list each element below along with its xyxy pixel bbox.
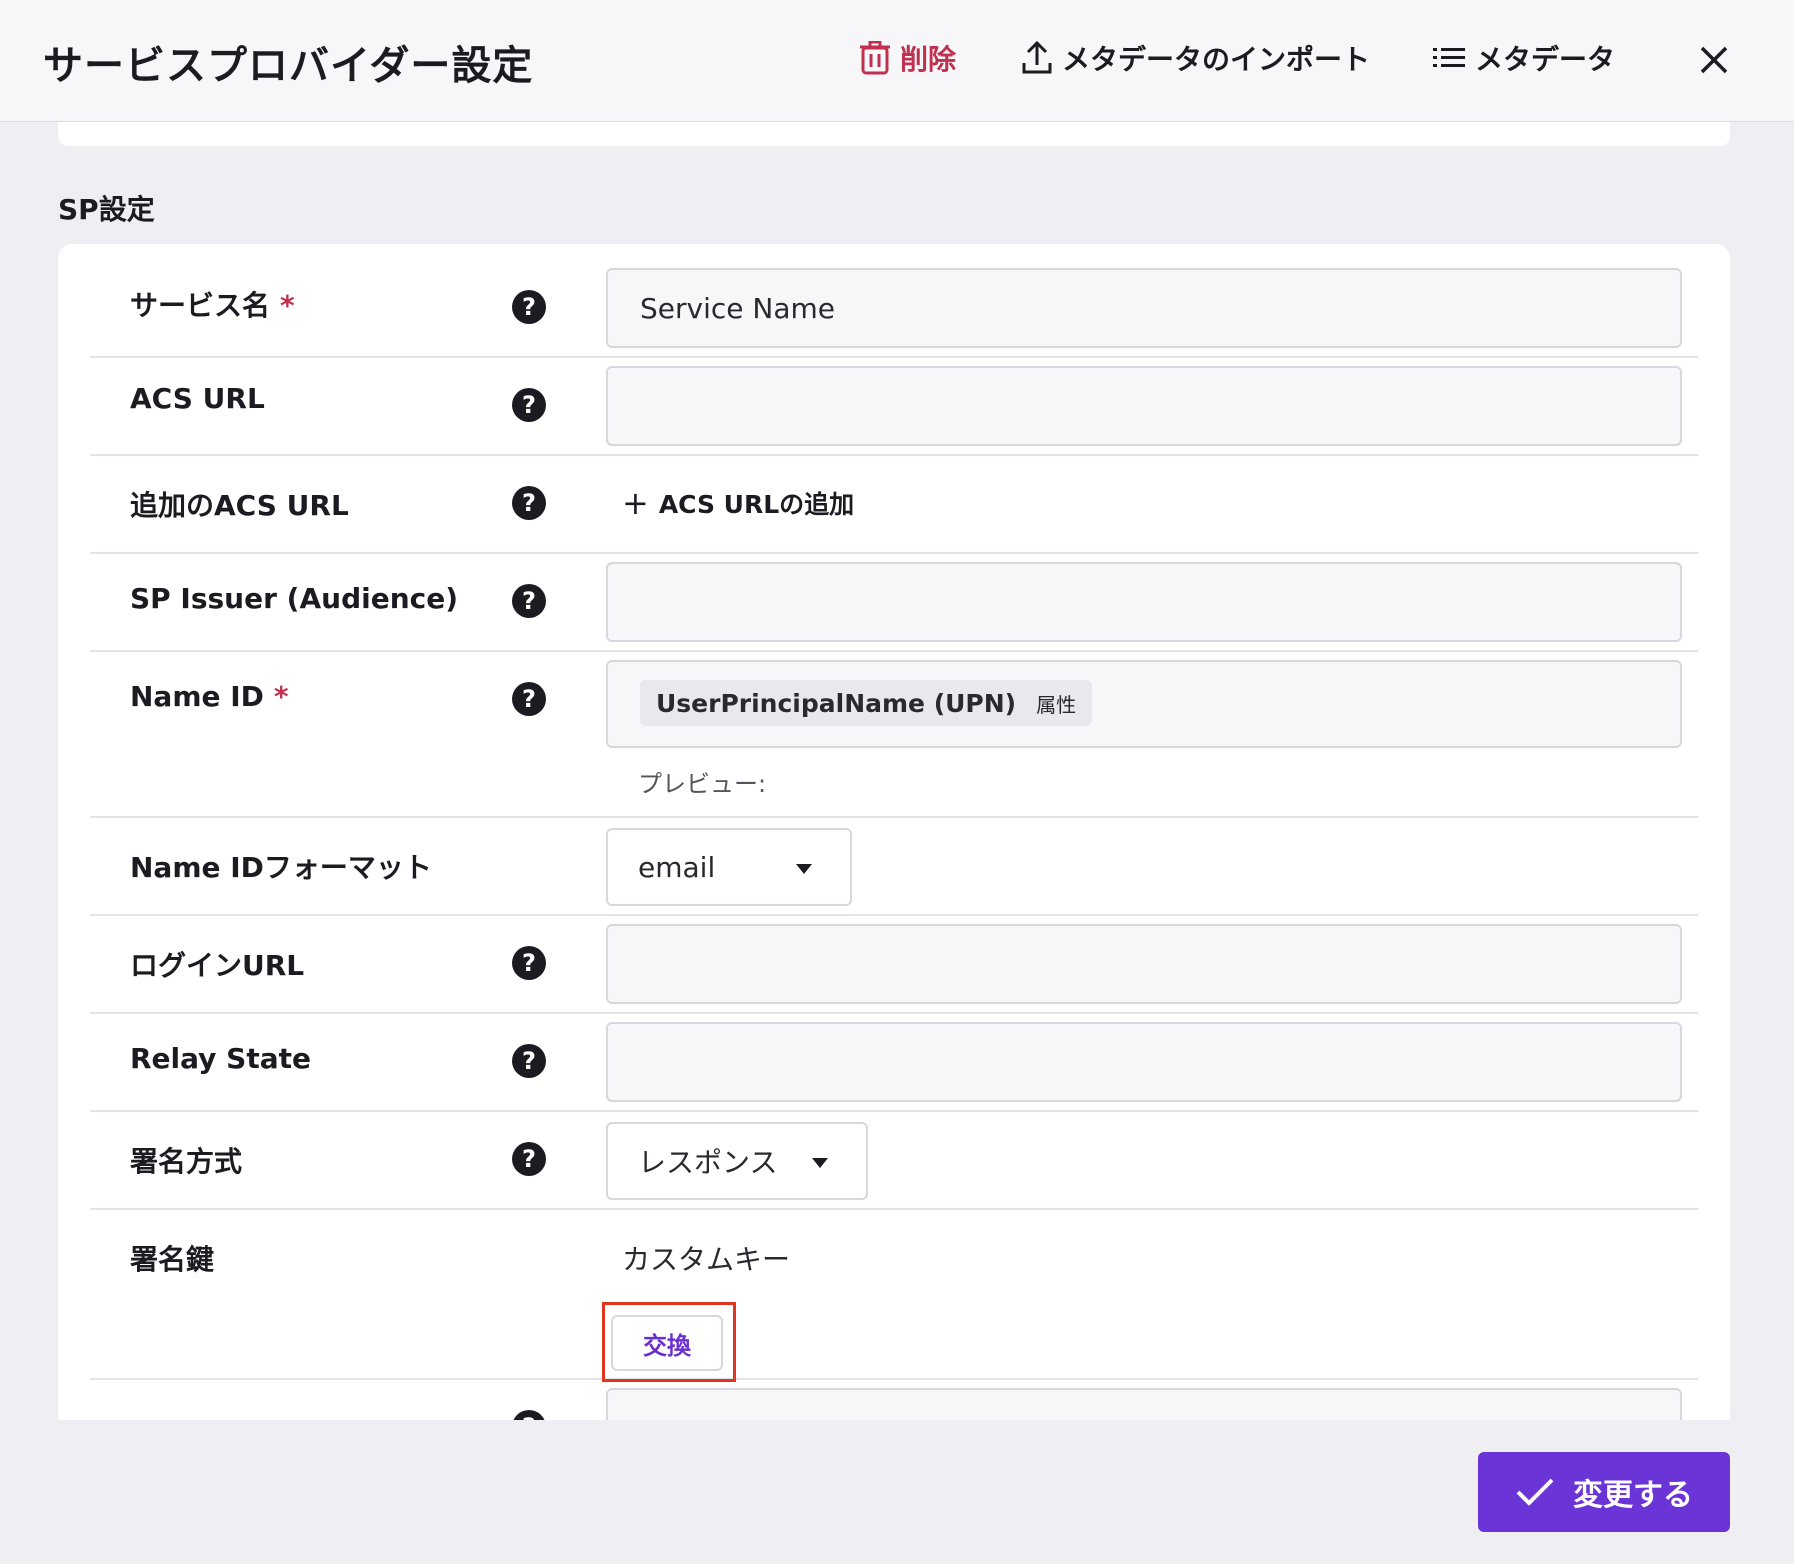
relay-state-label: Relay State (130, 1042, 312, 1075)
submit-button[interactable]: 変更する (1478, 1452, 1730, 1532)
login-url-label: ログインURL (130, 949, 305, 982)
help-icon[interactable]: ? (512, 388, 546, 422)
name-id-format-label: Name IDフォーマット (130, 851, 432, 884)
row-service-name: サービス名 * ? Service Name (90, 244, 1698, 358)
sp-settings-card: サービス名 * ? Service Name ACS URL ? 追加のACS U… (58, 244, 1730, 1420)
help-icon[interactable]: ? (512, 1044, 546, 1078)
name-id-preview: プレビュー: (638, 770, 767, 798)
signing-key-value: カスタムキー (622, 1243, 791, 1276)
row-login-url: ログインURL ? (90, 916, 1698, 1014)
import-metadata-button[interactable]: メタデータのインポート (1022, 38, 1370, 78)
close-button[interactable] (1694, 40, 1734, 80)
swap-key-button[interactable]: 交換 (611, 1315, 723, 1371)
caret-down-icon (812, 1158, 828, 1168)
plus-icon: + (622, 484, 649, 522)
additional-acs-url-label: 追加のACS URL (130, 489, 349, 522)
row-additional-acs-url: 追加のACS URL ? + ACS URLの追加 (90, 456, 1698, 554)
help-icon[interactable]: ? (512, 1142, 546, 1176)
signing-key-label: 署名鍵 (130, 1243, 215, 1276)
name-id-format-select[interactable]: email (606, 828, 852, 906)
service-name-input[interactable]: Service Name (606, 268, 1682, 348)
service-name-label: サービス名 * (130, 289, 295, 322)
partial-input[interactable] (606, 1388, 1682, 1420)
row-signing-method: 署名方式 ? レスポンス (90, 1112, 1698, 1210)
help-icon[interactable]: ? (512, 1410, 546, 1420)
delete-label: 削除 (900, 43, 957, 76)
row-acs-url: ACS URL ? (90, 358, 1698, 456)
signing-method-select[interactable]: レスポンス (606, 1122, 868, 1200)
row-signing-key: 署名鍵 カスタムキー 交換 (90, 1210, 1698, 1382)
required-marker: * (273, 680, 289, 713)
close-icon (1700, 46, 1728, 74)
delete-button[interactable]: 削除 (860, 38, 956, 78)
acs-url-label: ACS URL (130, 382, 265, 415)
attribute-tag: 属性 (1036, 692, 1077, 717)
help-icon[interactable]: ? (512, 486, 546, 520)
acs-url-input[interactable] (606, 366, 1682, 446)
name-id-input[interactable]: UserPrincipalName (UPN) 属性 (606, 660, 1682, 748)
metadata-button[interactable]: メタデータ (1433, 38, 1615, 78)
login-url-input[interactable] (606, 924, 1682, 1004)
upload-icon (1022, 41, 1052, 74)
trash-icon (860, 41, 890, 75)
relay-state-input[interactable] (606, 1022, 1682, 1102)
help-icon[interactable]: ? (512, 290, 546, 324)
row-relay-state: Relay State ? (90, 1014, 1698, 1112)
required-marker: * (280, 289, 295, 322)
sp-issuer-label: SP Issuer (Audience) (130, 582, 459, 615)
check-icon (1516, 1478, 1554, 1506)
metadata-label: メタデータ (1475, 43, 1616, 76)
help-icon[interactable]: ? (512, 946, 546, 980)
dialog-header: サービスプロバイダー設定 削除 メタデータのインポート メタデータ (0, 0, 1794, 122)
previous-card-bottom (58, 122, 1730, 146)
row-name-id: Name ID * ? UserPrincipalName (UPN) 属性 プレ… (90, 652, 1698, 818)
help-icon[interactable]: ? (512, 584, 546, 618)
help-icon[interactable]: ? (512, 682, 546, 716)
highlight-box: 交換 (602, 1302, 736, 1382)
row-name-id-format: Name IDフォーマット email (90, 818, 1698, 916)
add-acs-url-button[interactable]: + ACS URLの追加 (622, 484, 854, 522)
import-label: メタデータのインポート (1062, 43, 1371, 76)
signing-method-label: 署名方式 (130, 1145, 243, 1178)
list-icon (1433, 48, 1465, 67)
row-sp-issuer: SP Issuer (Audience) ? (90, 554, 1698, 652)
sp-issuer-input[interactable] (606, 562, 1682, 642)
name-id-label: Name ID * (130, 680, 289, 713)
name-id-attribute-chip[interactable]: UserPrincipalName (UPN) 属性 (640, 680, 1093, 726)
caret-down-icon (796, 864, 812, 874)
row-partial: ? (90, 1380, 1698, 1420)
section-title: SP設定 (58, 193, 155, 226)
dialog-title: サービスプロバイダー設定 (43, 43, 534, 89)
